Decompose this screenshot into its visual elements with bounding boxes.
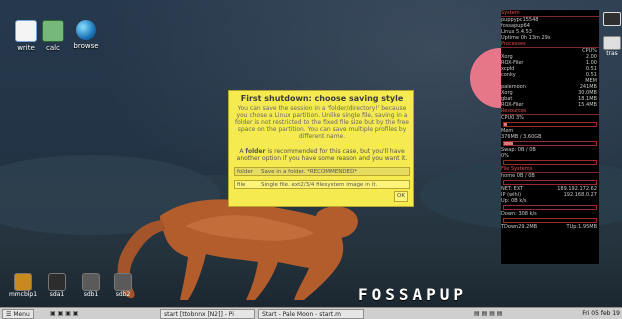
desktop-icon-label: browse bbox=[73, 42, 99, 50]
drive-icons: mmcblp1 sda1 sdb1 sdb2 bbox=[8, 273, 143, 303]
up-unit: k/s bbox=[519, 198, 527, 204]
first-shutdown-dialog: First shutdown: choose saving style You … bbox=[228, 90, 414, 207]
document-icon bbox=[15, 20, 37, 42]
desktop-icon-label: calc bbox=[46, 44, 60, 52]
drive-label: mmcblp1 bbox=[8, 291, 38, 298]
drive-sdb1[interactable]: sdb1 bbox=[76, 273, 106, 298]
tray-icon[interactable]: ▤ bbox=[482, 310, 488, 317]
usb-drive-icon bbox=[114, 273, 132, 291]
drive-icon bbox=[48, 273, 66, 291]
menu-label: Menu bbox=[13, 311, 30, 318]
right-dock: tras bbox=[603, 12, 622, 92]
conky-system-monitor: System puppypc15548 fossapup64 Linux 5.4… bbox=[501, 10, 599, 264]
cpu-line: CPU0 3% bbox=[501, 115, 524, 121]
globe-icon bbox=[76, 20, 96, 40]
quicklaunch-icon[interactable]: ▣ bbox=[73, 310, 79, 317]
drive-sdb2[interactable]: sdb2 bbox=[108, 273, 138, 298]
fs-line: home 0B / 0B bbox=[501, 173, 535, 179]
ok-button[interactable]: OK bbox=[394, 191, 408, 202]
taskbar-task[interactable]: Start - Pale Moon - start.m bbox=[258, 309, 364, 319]
quicklaunch-icon[interactable]: ▣ bbox=[50, 310, 56, 317]
mem-bar-fill bbox=[504, 142, 514, 145]
task-label: start [ttobnnx [N2]] - Pi bbox=[164, 311, 234, 318]
cougar-body bbox=[160, 199, 344, 300]
save-option-file[interactable]: file Single file. ext2/3/4 filesystem im… bbox=[234, 180, 410, 189]
save-option-key: folder bbox=[237, 169, 253, 175]
task-label: Start - Pale Moon - start.m bbox=[262, 311, 341, 318]
swap-bar bbox=[503, 160, 597, 165]
processes-header: Processes bbox=[501, 41, 599, 48]
up-line: Up: 0B k/s bbox=[501, 198, 599, 204]
spreadsheet-icon bbox=[42, 20, 64, 42]
system-header: System bbox=[501, 10, 599, 17]
up-label: Up: 0B bbox=[501, 198, 518, 204]
mem-bar bbox=[503, 141, 597, 146]
tray-icon[interactable]: ▤ bbox=[497, 310, 503, 317]
save-option-value: Single file. ext2/3/4 filesystem image i… bbox=[261, 182, 378, 188]
dialog-description: You can save the session in a 'folder/di… bbox=[235, 105, 409, 140]
resources-header: Resources bbox=[501, 108, 599, 115]
filesystems-header: File Systems bbox=[501, 166, 599, 173]
cpu-bar-fill bbox=[504, 123, 507, 126]
desktop-icon-calc[interactable]: calc bbox=[36, 20, 70, 52]
desktop-icon-browse[interactable]: browse bbox=[69, 20, 103, 50]
mem-value-line: 376MB / 3.60GB bbox=[501, 134, 542, 140]
tray-icon[interactable]: ▤ bbox=[474, 310, 480, 317]
drive-label: sda1 bbox=[49, 291, 65, 298]
fs-bar bbox=[503, 180, 597, 185]
taskbar: ☰ Menu ▣ ▣ ▣ ▣ start [ttobnnx [N2]] - Pi… bbox=[0, 307, 622, 319]
tray-icon[interactable]: ▤ bbox=[489, 310, 495, 317]
recommendation-strong: folder bbox=[245, 148, 266, 155]
save-option-folder[interactable]: folder Save in a folder. *RECOMMENDED* bbox=[234, 167, 410, 176]
down-unit: k/s bbox=[529, 211, 537, 217]
dock-terminal[interactable] bbox=[603, 12, 621, 28]
totals-line: TDown29.2MB TUp:1.95MB bbox=[501, 224, 599, 230]
down-line: Down: 308 k/s bbox=[501, 211, 599, 217]
quicklaunch-icon[interactable]: ▣ bbox=[65, 310, 71, 317]
down-label: Down: 308 bbox=[501, 211, 528, 217]
memory-card-icon bbox=[14, 273, 32, 291]
cpu-bar bbox=[503, 122, 597, 127]
fossapup-wordmark: FOSSAPUP bbox=[358, 285, 468, 304]
totals-down: TDown29.2MB bbox=[501, 224, 538, 230]
quicklaunch-icon[interactable]: ▣ bbox=[58, 310, 64, 317]
terminal-icon bbox=[603, 12, 621, 26]
drive-label: sdb1 bbox=[83, 291, 99, 298]
totals-up: TUp:1.95MB bbox=[566, 224, 597, 230]
usb-drive-icon bbox=[82, 273, 100, 291]
drive-mmcblp1[interactable]: mmcblp1 bbox=[8, 273, 38, 298]
menu-button[interactable]: ☰ Menu bbox=[2, 309, 34, 319]
system-tray: ▤ ▤ ▤ ▤ bbox=[474, 309, 502, 319]
menu-icon: ☰ bbox=[6, 311, 12, 318]
swap-pct-line: 0% bbox=[501, 153, 509, 159]
desktop: write calc browse First shutdown: choose… bbox=[0, 0, 622, 319]
dialog-recommendation: A folder is recommended for this case, b… bbox=[234, 148, 410, 162]
drive-sda1[interactable]: sda1 bbox=[42, 273, 72, 298]
dock-trash[interactable]: tras bbox=[603, 36, 621, 57]
clock[interactable]: Fri 05 feb 19 bbox=[582, 309, 620, 319]
up-graph bbox=[503, 205, 597, 210]
save-option-value: Save in a folder. *RECOMMENDED* bbox=[261, 169, 358, 175]
recommendation-prefix: A bbox=[239, 148, 244, 155]
dock-label: tras bbox=[606, 50, 618, 57]
save-option-key: file bbox=[237, 182, 246, 188]
down-graph bbox=[503, 218, 597, 223]
taskbar-task[interactable]: start [ttobnnx [N2]] - Pi bbox=[160, 309, 255, 319]
quicklaunch-area: ▣ ▣ ▣ ▣ bbox=[50, 309, 78, 319]
drive-label: sdb2 bbox=[115, 291, 131, 298]
dialog-title: First shutdown: choose saving style bbox=[240, 94, 404, 103]
trash-icon bbox=[603, 36, 621, 50]
